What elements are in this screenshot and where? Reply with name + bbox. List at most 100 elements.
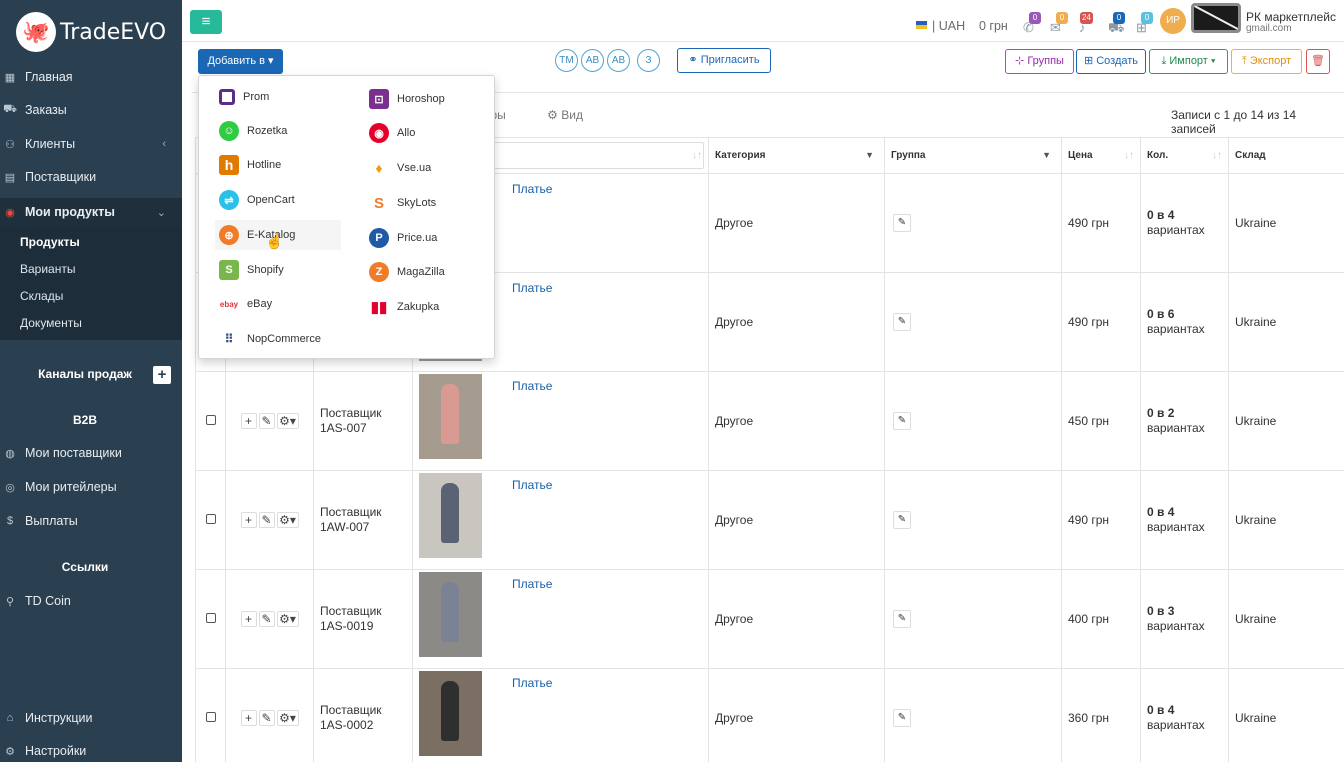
add-to-dropdown: Prom ☺ Rozetka h Hotline ⇌ OpenCart ⊕ E-Kata… [198,75,495,359]
sidebar-item-label: TD Coin [25,594,71,608]
import-button[interactable]: ⤓ Импорт ▾ [1149,49,1228,74]
product-name-link[interactable]: Платье [512,478,552,492]
pencil-icon[interactable]: ✎ [893,214,911,232]
add-channel-button[interactable]: + [153,366,171,384]
channel-circle-ab-2[interactable]: AB [607,49,630,72]
user-photo[interactable] [1191,3,1241,33]
channel-circle-tm[interactable]: TM [555,49,578,72]
product-name-link[interactable]: Платье [512,379,552,393]
gear-icon[interactable]: ⚙▾ [276,710,299,726]
pencil-icon[interactable]: ✎ [893,412,911,430]
create-button[interactable]: ⊞ Создать [1076,49,1146,74]
sidebar-item-orders[interactable]: ⛟ Заказы [0,98,182,122]
qty-count: 0 [1147,406,1154,420]
submenu-products[interactable]: Продукты [20,235,80,249]
product-name-link[interactable]: Платье [512,182,552,196]
dropdown-item-rozetka[interactable]: ☺ Rozetka [219,116,287,146]
gear-icon[interactable]: ⚙▾ [276,413,299,429]
comments-badge: 0 [1056,12,1068,24]
deliveries-badge: 0 [1113,12,1125,24]
plus-square-icon: ⊞ [1083,55,1094,67]
product-photo[interactable] [419,670,482,756]
dropdown-item-nopcommerce[interactable]: ⠿ NopCommerce [219,324,321,354]
dropdown-item-hotline[interactable]: h Hotline [219,150,281,180]
header-category[interactable]: Категория ▼ [708,137,885,174]
qty-count: 0 [1147,208,1154,222]
edit-icon[interactable]: ✎ [258,611,275,627]
sidebar-item-home[interactable]: ▦ Главная [0,65,182,89]
sidebar-item-instructions[interactable]: ⌂ Инструкции [0,706,182,730]
product-name-link[interactable]: Платье [512,281,552,295]
groups-button[interactable]: ⊹ Группы [1005,49,1074,74]
gear-icon[interactable]: ⚙▾ [276,611,299,627]
view-tab[interactable]: ⚙ Вид [547,108,583,122]
dropdown-item-zakupka[interactable]: ▮▮ Zakupka [369,292,439,322]
sidebar-item-clients[interactable]: ⚇ Клиенты ‹ [0,132,182,156]
pencil-icon[interactable]: ✎ [893,709,911,727]
channel-circle-ab-1[interactable]: AB [581,49,604,72]
plus-icon[interactable]: + [240,611,257,627]
gear-icon[interactable]: ⚙▾ [276,512,299,528]
user-circle-icon: ◎ [5,481,15,494]
edit-icon[interactable]: ✎ [258,413,275,429]
dropdown-item-allo[interactable]: ◉ Allo [369,118,415,148]
dropdown-item-skylots[interactable]: S SkyLots [369,188,436,218]
sidebar-item-settings[interactable]: ⚙ Настройки [0,739,182,762]
sidebar-item-my-products[interactable]: ◉ Мои продукты ⌄ [0,198,182,226]
channel-circle-z[interactable]: З [637,49,660,72]
product-photo[interactable] [419,473,482,559]
product-photo[interactable] [419,374,482,460]
user-name[interactable]: РК маркетплейс [1246,10,1336,24]
group-header-label: Группа [891,150,926,161]
dropdown-item-vse-ua[interactable]: ♦ Vse.ua [369,153,431,183]
sidebar-item-my-retailers[interactable]: ◎ Мои ритейлеры [0,475,182,499]
dropdown-item-magazilla[interactable]: Z MagaZilla [369,257,445,287]
sidebar-item-suppliers[interactable]: ▤ Поставщики [0,165,182,189]
product-name-link[interactable]: Платье [512,577,552,591]
header-price[interactable]: Цена ↓↑ [1061,137,1141,174]
product-photo[interactable] [419,571,482,657]
group-cell: ✎ [884,272,1062,372]
pencil-icon[interactable]: ✎ [893,610,911,628]
product-name-link[interactable]: Платье [512,676,552,690]
plus-icon[interactable]: + [240,413,257,429]
dropdown-item-shopify[interactable]: S Shopify [219,255,284,285]
sidebar-item-my-suppliers[interactable]: ◍ Мои поставщики [0,441,182,465]
sidebar-item-td-coin[interactable]: ⚲ TD Coin [0,589,182,613]
row-checkbox[interactable] [205,712,216,722]
menu-toggle-button[interactable]: ≡ [190,10,222,34]
dropdown-item-opencart[interactable]: ⇌ OpenCart [219,185,295,215]
edit-icon[interactable]: ✎ [258,710,275,726]
export-button[interactable]: ⤒ Экспорт [1231,49,1302,74]
pencil-icon[interactable]: ✎ [893,511,911,529]
dropdown-item-ebay[interactable]: ebay eBay [219,289,272,319]
invite-button[interactable]: ⚭ Пригласить [677,48,771,73]
plus-icon[interactable]: + [240,710,257,726]
sidebar-item-payouts[interactable]: $ Выплаты [0,509,182,533]
pencil-icon[interactable]: ✎ [893,313,911,331]
currency-label[interactable]: | UAH [932,19,965,33]
submenu-warehouses[interactable]: Склады [20,289,63,303]
warehouse-cell: Ukraine [1228,668,1344,762]
plus-icon[interactable]: + [240,512,257,528]
submenu-documents[interactable]: Документы [20,316,82,330]
avatar[interactable]: ИР [1160,8,1186,34]
logo[interactable]: 🐙 TradeEVO [16,12,166,52]
delete-button[interactable]: 🗑 [1306,49,1330,74]
row-checkbox[interactable] [205,613,216,623]
header-qty[interactable]: Кол. ↓↑ [1140,137,1229,174]
submenu-variants[interactable]: Варианты [20,262,75,276]
dropdown-item-horoshop[interactable]: ⊡ Horoshop [369,84,445,114]
dropdown-item-label: Vse.ua [397,162,432,174]
ebay-icon: ebay [219,294,239,314]
row-checkbox-cell [195,371,226,471]
edit-icon[interactable]: ✎ [258,512,275,528]
dropdown-item-price-ua[interactable]: P Price.ua [369,223,437,253]
row-checkbox[interactable] [205,514,216,524]
header-group[interactable]: Группа ▼ [884,137,1062,174]
hamburger-icon: ≡ [201,13,211,30]
row-checkbox[interactable] [205,415,216,425]
header-warehouse[interactable]: Склад [1228,137,1344,174]
dropdown-item-prom[interactable]: Prom [219,82,269,112]
add-to-button[interactable]: Добавить в ▾ [198,49,283,74]
